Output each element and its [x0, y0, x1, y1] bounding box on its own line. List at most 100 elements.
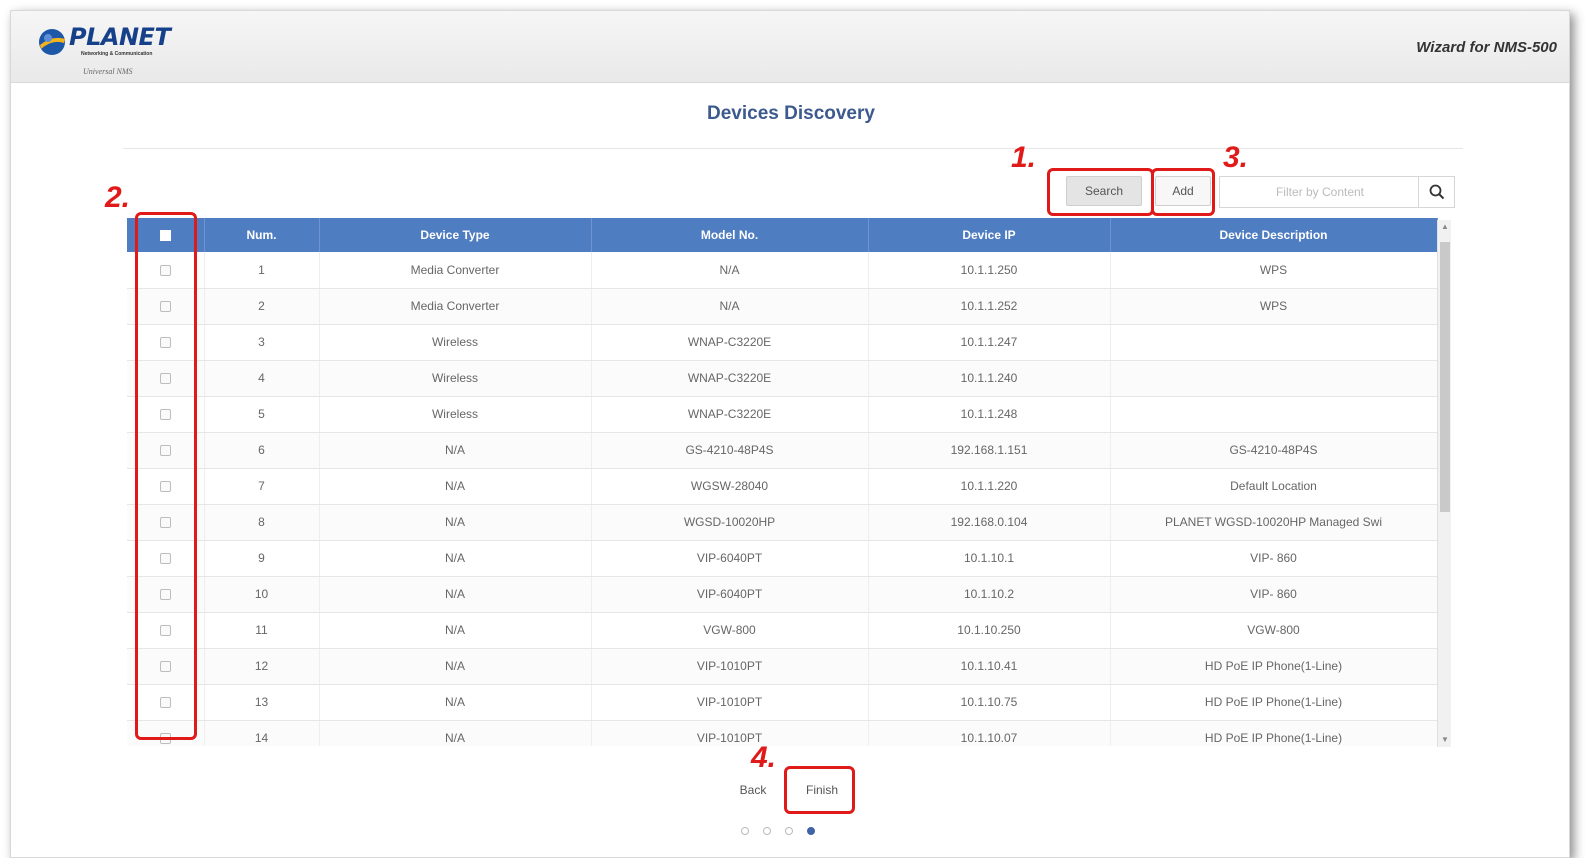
cell-description: WPS [1110, 288, 1438, 325]
step-dot-3 [785, 827, 793, 835]
column-header-device-type[interactable]: Device Type [319, 218, 592, 252]
cell-description: VIP- 860 [1110, 540, 1438, 577]
table-row[interactable]: 1 Media Converter N/A 10.1.1.250 WPS [127, 252, 1438, 289]
cell-ip: 10.1.1.240 [868, 360, 1111, 397]
table-header-row: Num. Device Type Model No. Device IP Dev… [127, 218, 1438, 252]
annotation-step-1: 1. [1011, 141, 1037, 174]
table-row[interactable]: 14 N/A VIP-1010PT 10.1.10.07 HD PoE IP Phone… [127, 720, 1438, 746]
column-header-ip[interactable]: Device IP [868, 218, 1111, 252]
column-header-description[interactable]: Device Description [1110, 218, 1438, 252]
title-divider [123, 148, 1463, 149]
cell-model: VIP-6040PT [591, 576, 869, 613]
table-row[interactable]: 13 N/A VIP-1010PT 10.1.10.75 HD PoE IP Phone… [127, 684, 1438, 721]
planet-logo-icon [39, 29, 65, 55]
table-row[interactable]: 6 N/A GS-4210-48P4S 192.168.1.151 GS-4210-48… [127, 432, 1438, 469]
cell-num: 3 [204, 324, 320, 361]
cell-num: 8 [204, 504, 320, 541]
cell-num: 9 [204, 540, 320, 577]
filter-box [1219, 176, 1455, 208]
cell-model: N/A [591, 252, 869, 289]
step-dot-2 [763, 827, 771, 835]
cell-num: 11 [204, 612, 320, 649]
cell-device-type: Wireless [319, 396, 592, 433]
cell-ip: 10.1.10.75 [868, 684, 1111, 721]
cell-device-type: N/A [319, 468, 592, 505]
cell-model: WGSD-10020HP [591, 504, 869, 541]
cell-model: N/A [591, 288, 869, 325]
cell-ip: 10.1.10.07 [868, 720, 1111, 746]
cell-device-type: Wireless [319, 324, 592, 361]
filter-input[interactable] [1220, 177, 1420, 207]
cell-ip: 10.1.10.250 [868, 612, 1111, 649]
table-row[interactable]: 11 N/A VGW-800 10.1.10.250 VGW-800 [127, 612, 1438, 649]
cell-ip: 10.1.10.2 [868, 576, 1111, 613]
annotation-box-search [1047, 168, 1154, 216]
table-row[interactable]: 4 Wireless WNAP-C3220E 10.1.1.240 [127, 360, 1438, 397]
cell-model: VIP-1010PT [591, 720, 869, 746]
cell-ip: 10.1.1.252 [868, 288, 1111, 325]
devices-table: Num. Device Type Model No. Device IP Dev… [127, 218, 1438, 746]
cell-num: 5 [204, 396, 320, 433]
cell-model: WGSW-28040 [591, 468, 869, 505]
cell-device-type: Media Converter [319, 288, 592, 325]
cell-description: WPS [1110, 252, 1438, 289]
cell-num: 7 [204, 468, 320, 505]
cell-device-type: N/A [319, 612, 592, 649]
cell-description [1110, 360, 1438, 397]
cell-ip: 10.1.1.248 [868, 396, 1111, 433]
cell-device-type: N/A [319, 684, 592, 721]
logo-text: PLANET [69, 23, 171, 51]
cell-ip: 192.168.0.104 [868, 504, 1111, 541]
planet-logo: PLANET Networking & Communication Univer… [37, 21, 187, 79]
column-header-num[interactable]: Num. [204, 218, 320, 252]
table-row[interactable]: 10 N/A VIP-6040PT 10.1.10.2 VIP- 860 [127, 576, 1438, 613]
cell-model: VIP-1010PT [591, 648, 869, 685]
filter-search-button[interactable] [1418, 177, 1454, 207]
annotation-step-2: 2. [105, 181, 131, 214]
cell-model: GS-4210-48P4S [591, 432, 869, 469]
header-bar: PLANET Networking & Communication Univer… [11, 11, 1569, 83]
table-row[interactable]: 9 N/A VIP-6040PT 10.1.10.1 VIP- 860 [127, 540, 1438, 577]
cell-model: VGW-800 [591, 612, 869, 649]
step-indicator [741, 827, 815, 835]
table-row[interactable]: 3 Wireless WNAP-C3220E 10.1.1.247 [127, 324, 1438, 361]
cell-device-type: Media Converter [319, 252, 592, 289]
table-row[interactable]: 5 Wireless WNAP-C3220E 10.1.1.248 [127, 396, 1438, 433]
cell-ip: 192.168.1.151 [868, 432, 1111, 469]
cell-model: VIP-6040PT [591, 540, 869, 577]
logo-subtitle: Universal NMS [83, 67, 133, 76]
step-dot-4 [807, 827, 815, 835]
table-row[interactable]: 8 N/A WGSD-10020HP 192.168.0.104 PLANET WGSD… [127, 504, 1438, 541]
cell-description: VIP- 860 [1110, 576, 1438, 613]
page-title: Devices Discovery [707, 103, 875, 124]
column-header-model[interactable]: Model No. [591, 218, 869, 252]
scroll-thumb[interactable] [1440, 242, 1450, 512]
cell-device-type: N/A [319, 540, 592, 577]
wizard-window: PLANET Networking & Communication Univer… [10, 10, 1570, 858]
cell-num: 4 [204, 360, 320, 397]
annotation-step-3: 3. [1223, 141, 1249, 174]
devices-table-container: Num. Device Type Model No. Device IP Dev… [127, 218, 1452, 746]
table-row[interactable]: 2 Media Converter N/A 10.1.1.252 WPS [127, 288, 1438, 325]
cell-description: HD PoE IP Phone(1-Line) [1110, 720, 1438, 746]
scroll-down-arrow-icon[interactable]: ▼ [1438, 733, 1452, 747]
scroll-up-arrow-icon[interactable]: ▲ [1438, 220, 1452, 234]
search-icon [1429, 184, 1444, 200]
annotation-box-checkboxes [135, 212, 197, 740]
cell-num: 14 [204, 720, 320, 746]
cell-model: VIP-1010PT [591, 684, 869, 721]
cell-ip: 10.1.1.250 [868, 252, 1111, 289]
annotation-box-add [1151, 168, 1215, 216]
cell-description: VGW-800 [1110, 612, 1438, 649]
cell-ip: 10.1.1.247 [868, 324, 1111, 361]
cell-num: 6 [204, 432, 320, 469]
cell-description: PLANET WGSD-10020HP Managed Swi [1110, 504, 1438, 541]
cell-num: 10 [204, 576, 320, 613]
back-button[interactable]: Back [727, 775, 779, 805]
table-row[interactable]: 12 N/A VIP-1010PT 10.1.10.41 HD PoE IP Phone… [127, 648, 1438, 685]
cell-model: WNAP-C3220E [591, 396, 869, 433]
table-row[interactable]: 7 N/A WGSW-28040 10.1.1.220 Default Location [127, 468, 1438, 505]
cell-description: GS-4210-48P4S [1110, 432, 1438, 469]
table-scrollbar[interactable]: ▲ ▼ [1437, 220, 1451, 747]
logo-tagline: Networking & Communication [81, 51, 153, 57]
